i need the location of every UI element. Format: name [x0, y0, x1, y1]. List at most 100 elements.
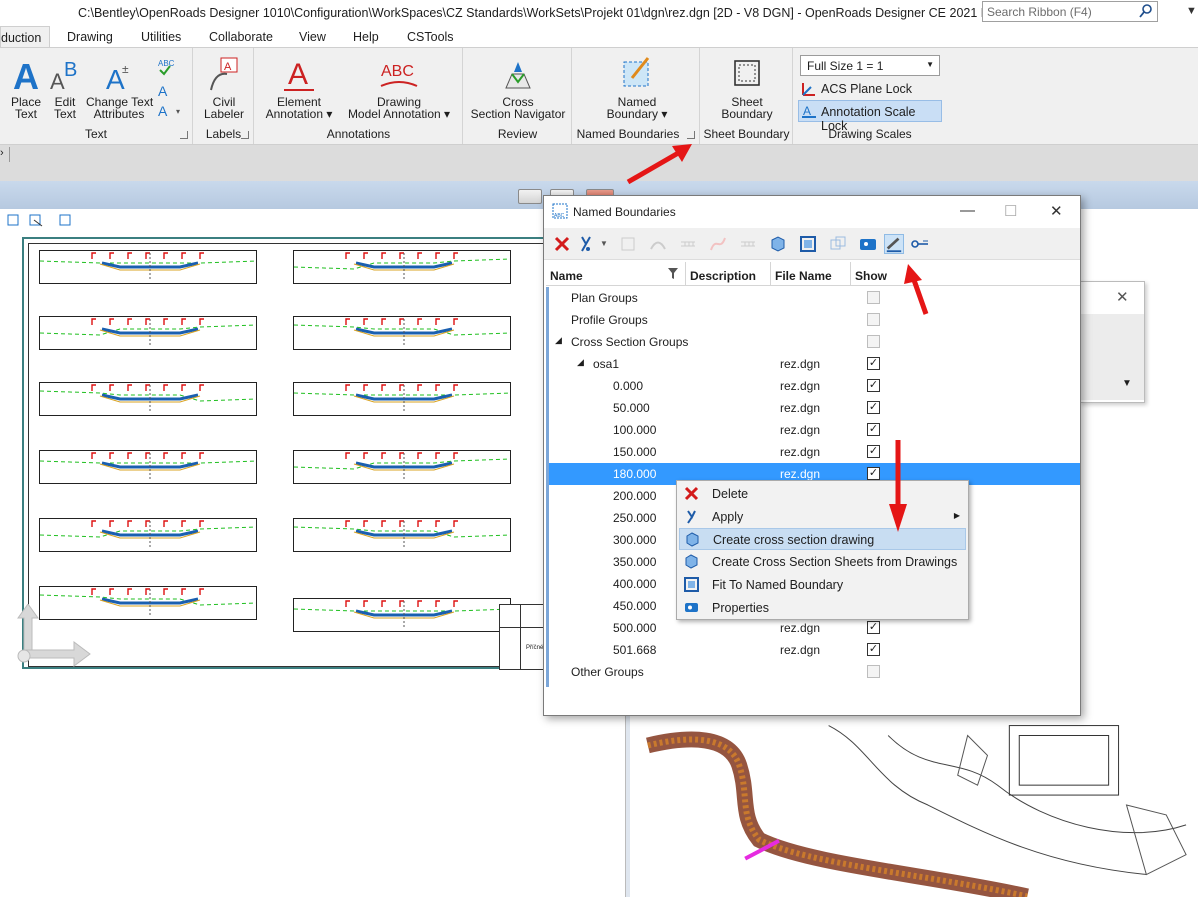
row-name: Cross Section Groups: [571, 335, 689, 349]
cross-section-navigator-label-2: Section Navigator: [470, 107, 566, 121]
show-checkbox[interactable]: ✓: [867, 445, 880, 458]
civil-labeler-button[interactable]: A Civil Labeler: [200, 56, 248, 120]
place-text-button[interactable]: A Place Text: [8, 58, 44, 120]
minimize-icon[interactable]: —: [960, 202, 975, 219]
column-name[interactable]: Name: [546, 262, 686, 286]
tab-utilities[interactable]: Utilities: [141, 30, 181, 44]
menu-item-delete[interactable]: Delete: [679, 483, 966, 505]
tree-row[interactable]: ◢ Cross Section Groups: [549, 331, 1080, 353]
key-icon[interactable]: [910, 234, 930, 254]
named-boundaries-group: Named Boundary ▾ Named Boundaries: [573, 48, 700, 144]
tree-row[interactable]: 50.000 rez.dgn ✓: [549, 397, 1080, 419]
tree-row[interactable]: Plan Groups: [549, 287, 1080, 309]
change-text-attributes-button[interactable]: A ± Change Text Attributes: [86, 58, 153, 120]
tree-row[interactable]: 0.000 rez.dgn ✓: [549, 375, 1080, 397]
column-description[interactable]: Description: [686, 262, 771, 286]
menu-item-create-drawing-label: Create cross section drawing: [713, 533, 875, 547]
menu-item-properties[interactable]: Properties: [679, 597, 966, 619]
tree-row[interactable]: 100.000 rez.dgn ✓: [549, 419, 1080, 441]
tree-row[interactable]: Other Groups: [549, 661, 1080, 683]
menu-item-create-cross-section-sheets[interactable]: Create Cross Section Sheets from Drawing…: [679, 551, 966, 573]
properties-icon[interactable]: [858, 234, 878, 254]
show-checkbox[interactable]: ✓: [867, 643, 880, 656]
grid-disabled-icon[interactable]: [678, 234, 698, 254]
arc-disabled-icon[interactable]: [648, 234, 668, 254]
show-checkbox[interactable]: ✓: [867, 357, 880, 370]
search-ribbon-input[interactable]: Search Ribbon (F4): [982, 1, 1158, 22]
curve-disabled-icon[interactable]: [708, 234, 728, 254]
tree-row[interactable]: 500.000 rez.dgn ✓: [549, 617, 1080, 639]
tree-row[interactable]: 150.000 rez.dgn ✓: [549, 441, 1080, 463]
chevron-down-icon[interactable]: ▼: [1122, 378, 1132, 389]
tab-drawing[interactable]: Drawing: [67, 30, 113, 44]
chevron-right-icon[interactable]: ›: [0, 147, 10, 162]
cross-section-drawing: [293, 518, 511, 552]
show-checkbox[interactable]: ✓: [867, 401, 880, 414]
svg-text:B: B: [64, 59, 77, 81]
chevron-down-icon[interactable]: ▼: [1186, 5, 1197, 17]
show-checkbox[interactable]: [867, 291, 880, 304]
edit-text-button[interactable]: AB Edit Text: [48, 58, 82, 120]
tab-view[interactable]: View: [299, 30, 326, 44]
menu-item-apply[interactable]: Apply ▶: [679, 506, 966, 528]
cross-section-drawing-icon[interactable]: [768, 234, 788, 254]
show-checkbox[interactable]: [867, 665, 880, 678]
small-text-tools-icon[interactable]: ABC AA ▾: [156, 56, 186, 118]
annotation-scale-lock-button[interactable]: A Annotation Scale Lock: [798, 100, 942, 133]
filter-icon[interactable]: [667, 267, 679, 280]
show-checkbox[interactable]: [867, 313, 880, 326]
element-annotation-label-2-text: Annotation: [265, 107, 324, 121]
close-icon[interactable]: ✕: [1050, 202, 1063, 220]
named-boundaries-group-launcher[interactable]: [687, 131, 695, 139]
title-block-column: [520, 605, 521, 669]
view-tools-icon[interactable]: [6, 212, 76, 228]
show-checkbox[interactable]: ✓: [867, 423, 880, 436]
copy-disabled-icon[interactable]: [828, 234, 848, 254]
apply-icon[interactable]: [576, 234, 596, 254]
tree-row[interactable]: 501.668 rez.dgn ✓: [549, 639, 1080, 661]
labels-group-launcher[interactable]: [241, 131, 249, 139]
fit-icon[interactable]: [798, 234, 818, 254]
menu-item-properties-label: Properties: [712, 601, 769, 615]
named-boundary-disabled-icon[interactable]: [618, 234, 638, 254]
tab-cstools[interactable]: CSTools: [407, 30, 454, 44]
tree-row[interactable]: ◢ osa1 rez.dgn ✓: [549, 353, 1080, 375]
tab-collaborate[interactable]: Collaborate: [209, 30, 273, 44]
element-annotation-label-2: Annotation ▾: [265, 107, 333, 121]
acs-plane-lock-button[interactable]: ACS Plane Lock: [798, 78, 942, 100]
show-checkbox[interactable]: ✓: [867, 467, 880, 480]
element-annotation-button[interactable]: A Element Annotation ▾: [261, 56, 337, 120]
text-group-launcher[interactable]: [180, 131, 188, 139]
expand-toggle-icon[interactable]: ◢: [555, 335, 562, 346]
show-checkbox[interactable]: ✓: [867, 379, 880, 392]
tree-row[interactable]: Profile Groups: [549, 309, 1080, 331]
cross-section-graphic: [294, 318, 510, 345]
grid2-disabled-icon[interactable]: [738, 234, 758, 254]
cross-section-drawing: [293, 450, 511, 484]
cross-section-navigator-button[interactable]: Cross Section Navigator: [468, 58, 568, 120]
drawing-scale-select[interactable]: Full Size 1 = 1 ▼: [800, 55, 940, 76]
menu-item-fit-to-named-boundary[interactable]: Fit To Named Boundary: [679, 574, 966, 596]
sheet-boundary-button[interactable]: Sheet Boundary: [709, 58, 785, 120]
maximize-icon[interactable]: ☐: [1004, 202, 1017, 220]
context-menu: Delete Apply ▶ Create cross section draw…: [676, 480, 969, 620]
column-file-name[interactable]: File Name: [771, 262, 851, 286]
menu-item-create-cross-section-drawing[interactable]: Create cross section drawing: [679, 528, 966, 550]
row-file-name: rez.dgn: [780, 621, 821, 635]
tab-help[interactable]: Help: [353, 30, 379, 44]
row-name: 0.000: [613, 379, 644, 393]
search-icon[interactable]: [1138, 3, 1154, 19]
pencil-draw-icon[interactable]: [884, 234, 904, 254]
tab-annotation[interactable]: duction: [0, 26, 51, 48]
show-checkbox[interactable]: [867, 335, 880, 348]
show-checkbox[interactable]: ✓: [867, 621, 880, 634]
named-boundary-button[interactable]: Named Boundary ▾: [603, 56, 671, 120]
close-icon[interactable]: ✕: [1116, 288, 1129, 306]
chevron-down-icon[interactable]: ▼: [600, 239, 608, 248]
minimize-button[interactable]: [518, 189, 542, 204]
view-rotation-arrows-icon[interactable]: [4, 604, 94, 694]
drawing-model-annotation-button[interactable]: ABC Drawing Model Annotation ▾: [343, 56, 455, 120]
delete-icon[interactable]: [552, 234, 572, 254]
cross-section-graphic: [294, 600, 510, 627]
expand-toggle-icon[interactable]: ◢: [577, 357, 584, 368]
